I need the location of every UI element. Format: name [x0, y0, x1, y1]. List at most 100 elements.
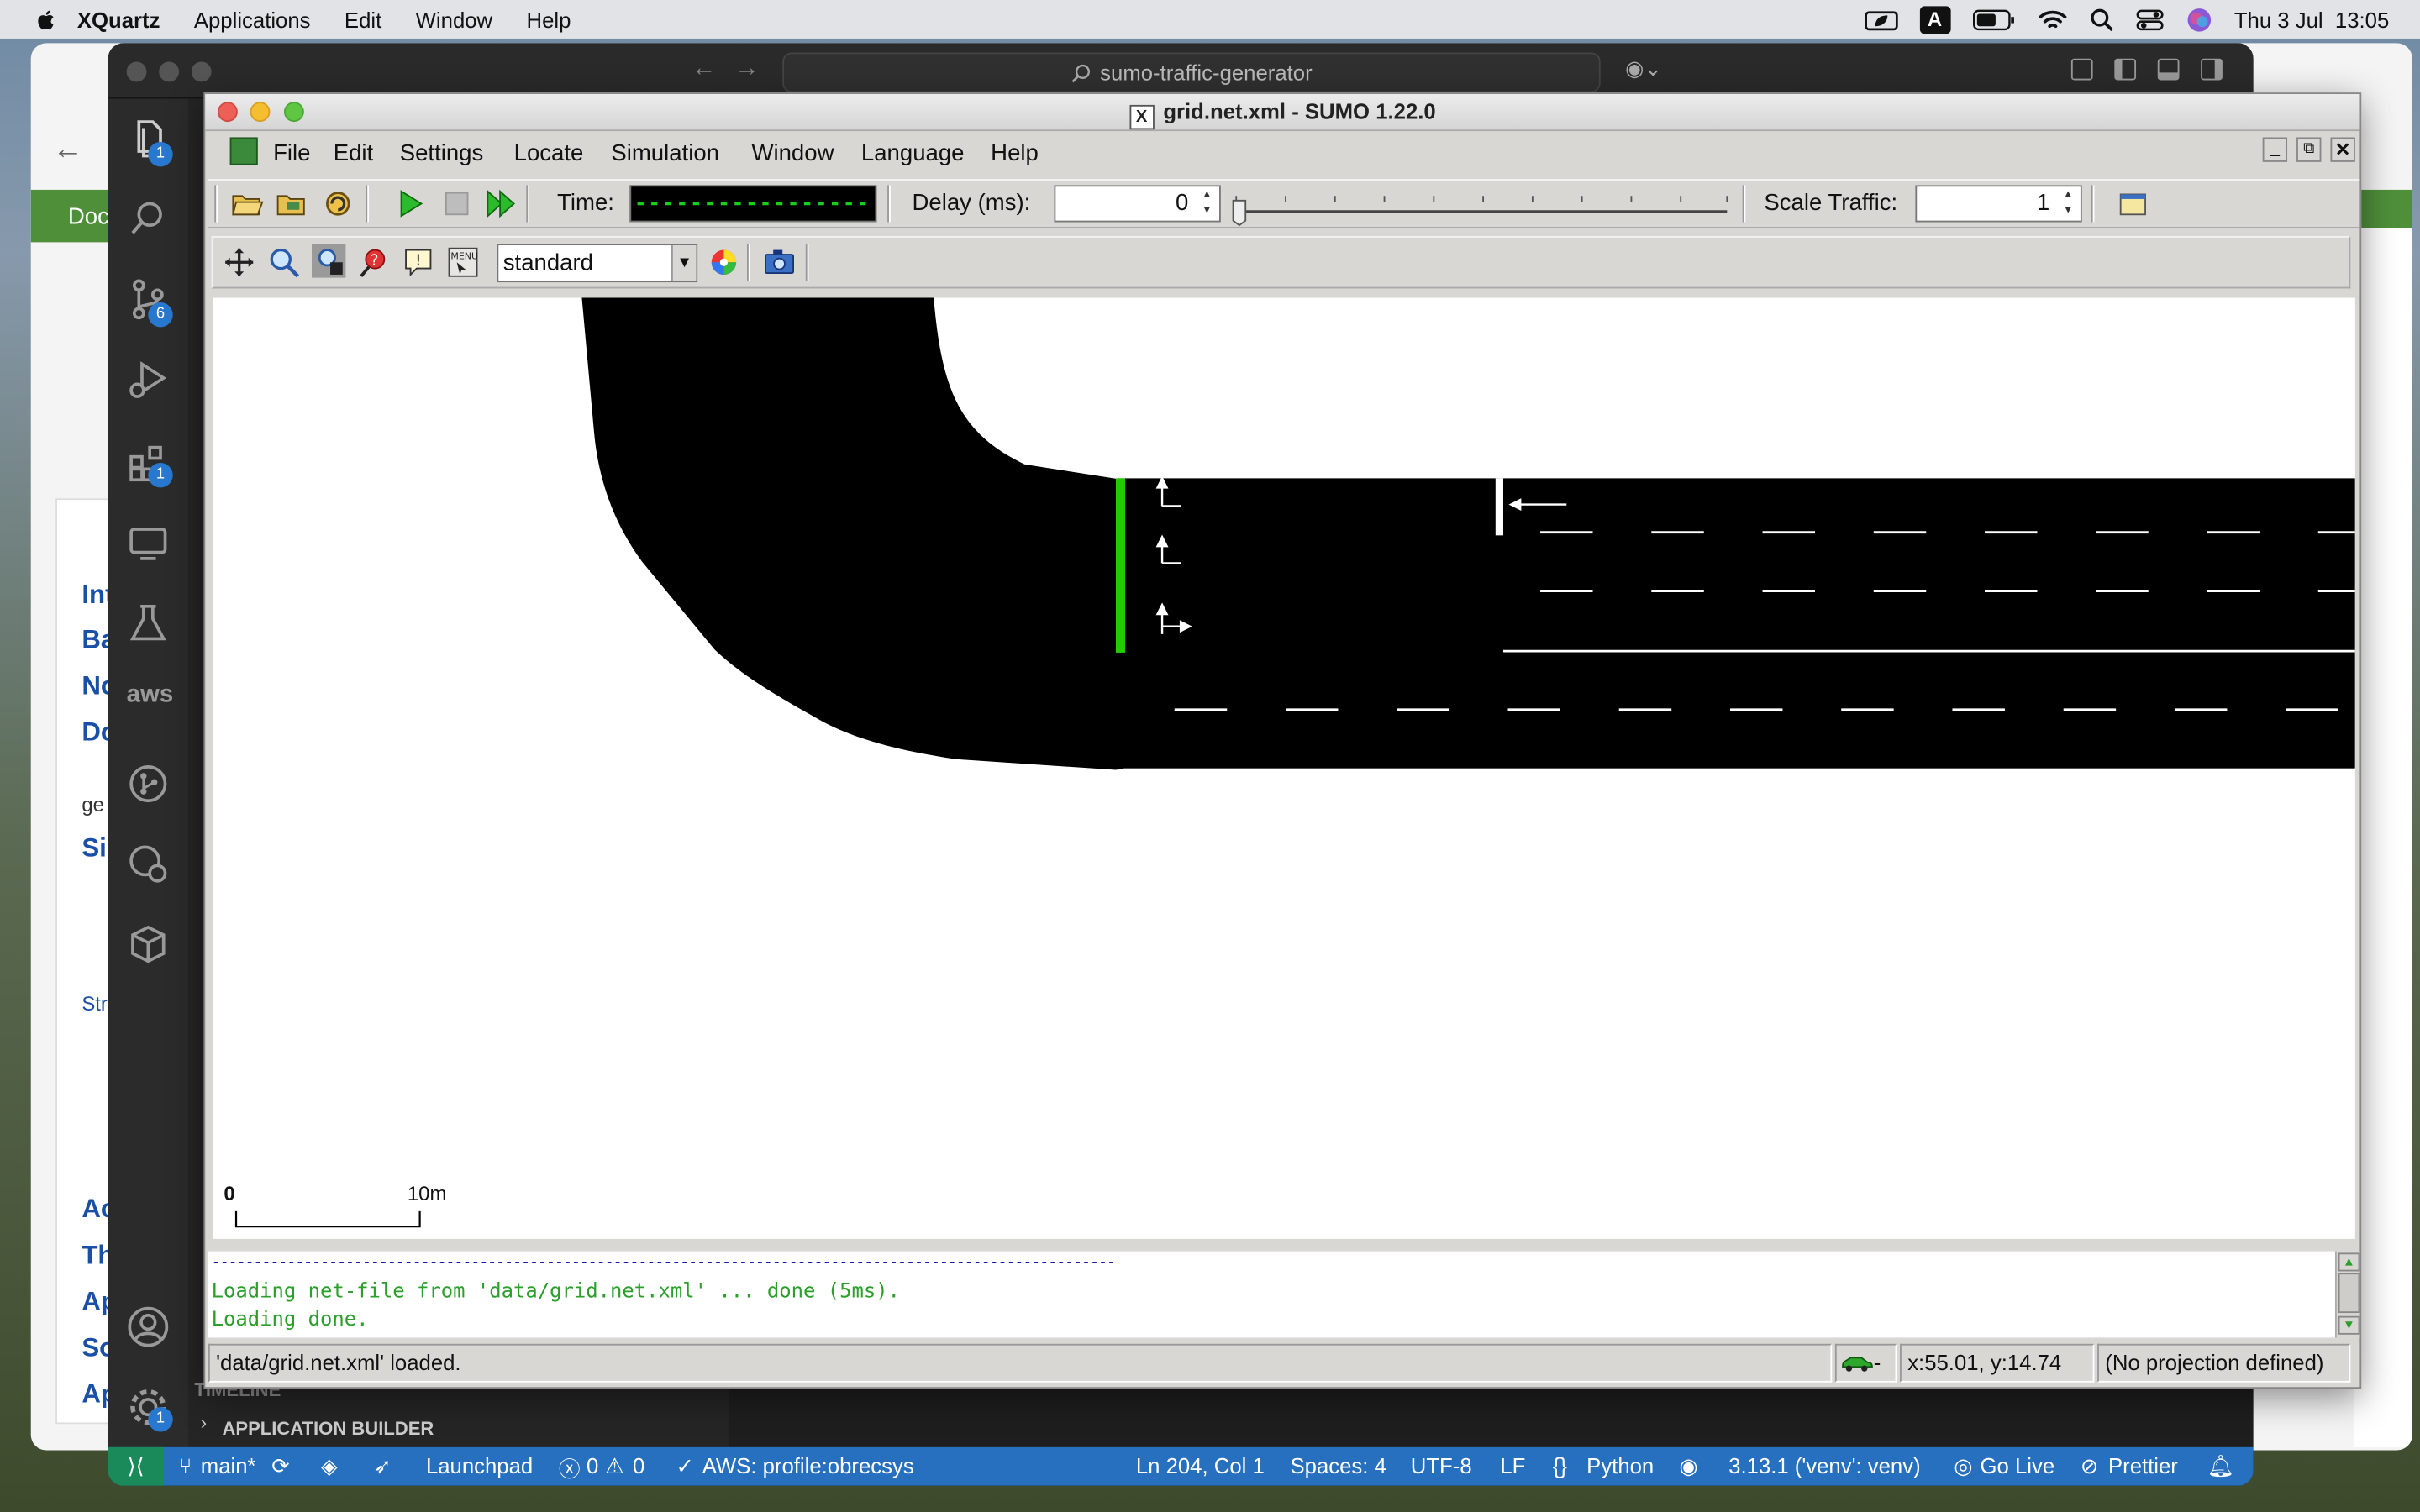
curved-road-junction[interactable] — [581, 297, 1124, 770]
toolbar-menu-icon[interactable]: MENU — [446, 245, 480, 279]
encoding[interactable]: UTF-8 — [1411, 1453, 1472, 1478]
warning-icon[interactable]: ⚠ — [605, 1453, 624, 1479]
aws-icon[interactable]: aws — [127, 682, 174, 710]
docs-link[interactable]: ge — [82, 793, 104, 816]
step-simulation-icon[interactable] — [483, 186, 517, 220]
menu-settings[interactable]: Settings — [400, 140, 484, 166]
git-graph-icon[interactable] — [127, 762, 170, 805]
menu-edit[interactable]: Edit — [334, 140, 373, 166]
menu-window[interactable]: Window — [416, 7, 492, 31]
color-scheme-select[interactable]: standard ▼ — [497, 244, 698, 283]
copilot-status-icon[interactable]: ◈ — [321, 1453, 338, 1479]
recenter-view-icon[interactable] — [222, 245, 255, 279]
battery-icon[interactable] — [1972, 8, 2015, 30]
toggle-secondary-sidebar-icon[interactable] — [2201, 58, 2223, 81]
siri-icon[interactable] — [2185, 5, 2212, 33]
go-live[interactable]: Go Live — [1981, 1453, 2055, 1478]
layout-icon[interactable] — [2070, 58, 2093, 81]
menu-applications[interactable]: Applications — [194, 7, 311, 31]
vehicle-mode-indicator[interactable]: - — [1834, 1343, 1897, 1383]
road-network[interactable] — [213, 297, 2355, 1238]
focus-leaf-icon[interactable] — [1864, 7, 1897, 31]
delay-slider[interactable] — [1230, 184, 1733, 227]
locate-junction-icon[interactable] — [312, 244, 346, 278]
warnings-count[interactable]: 0 — [633, 1453, 644, 1478]
spotlight-search-icon[interactable] — [2089, 7, 2113, 31]
traffic-light-green-signal[interactable] — [1115, 478, 1125, 653]
language-mode[interactable]: Python — [1586, 1453, 1654, 1478]
python-interpreter[interactable]: 3.13.1 ('venv': venv) — [1728, 1453, 1921, 1478]
menu-help[interactable]: Help — [991, 140, 1039, 166]
back-arrow-icon[interactable]: ← — [52, 133, 83, 168]
git-branch[interactable]: main* — [201, 1453, 256, 1478]
aws-profile[interactable]: AWS: profile:obrecsys — [702, 1453, 914, 1478]
copilot-icon[interactable]: ◉⌄ — [1625, 55, 1662, 81]
remote-explorer-icon[interactable] — [127, 522, 170, 564]
problems-count[interactable]: 0 — [587, 1453, 598, 1478]
close-dot-icon[interactable] — [126, 61, 147, 82]
delay-input[interactable]: 0 ▲ ▼ — [1054, 185, 1221, 223]
menu-simulation[interactable]: Simulation — [611, 140, 719, 166]
apple-icon[interactable] — [34, 7, 58, 31]
check-icon[interactable]: ✓ — [676, 1453, 694, 1479]
minimize-dot-icon[interactable] — [159, 61, 180, 82]
mdi-restore-icon[interactable]: ⧉ — [2296, 137, 2322, 162]
toggle-sidebar-icon[interactable] — [2114, 58, 2137, 81]
end-of-line[interactable]: LF — [1500, 1453, 1525, 1478]
braces-icon[interactable]: {} — [1553, 1453, 1567, 1478]
scroll-thumb[interactable] — [2338, 1273, 2360, 1314]
launchpad[interactable]: Launchpad — [426, 1453, 533, 1478]
reload-icon[interactable] — [321, 186, 355, 220]
zoom-magnifier-icon[interactable] — [267, 245, 301, 279]
message-scrollbar[interactable]: ▲ ▼ — [2334, 1251, 2360, 1338]
scroll-down-icon[interactable]: ▼ — [2338, 1315, 2360, 1335]
containers-icon[interactable] — [127, 922, 170, 965]
screenshot-camera-icon[interactable] — [762, 245, 796, 279]
sync-icon[interactable]: ⟳ — [271, 1453, 290, 1479]
testing-flask-icon[interactable] — [127, 601, 170, 644]
command-center-search[interactable]: sumo-traffic-generator — [782, 52, 1601, 93]
spinner-arrows-icon[interactable]: ▲ ▼ — [2057, 188, 2079, 219]
cursor-position[interactable]: Ln 204, Col 1 — [1136, 1453, 1265, 1478]
menu-edit[interactable]: Edit — [345, 7, 381, 31]
run-debug-icon[interactable] — [127, 358, 170, 401]
menu-help[interactable]: Help — [527, 7, 571, 31]
multi-lane-edge[interactable] — [1117, 478, 2355, 769]
mdi-close-icon[interactable]: ✕ — [2330, 137, 2355, 162]
additional-tooltip-icon[interactable]: ? — [356, 245, 390, 279]
stop-simulation-icon[interactable] — [439, 186, 473, 220]
network-view-canvas[interactable]: 0 10m — [213, 297, 2355, 1239]
menubar-clock[interactable]: Thu 3 Jul 13:05 — [2234, 7, 2389, 31]
nav-back-icon[interactable]: ← — [692, 55, 716, 83]
open-network-icon[interactable] — [275, 186, 308, 220]
gitlens-icon[interactable] — [127, 843, 170, 885]
prettier-check-icon[interactable]: ⊘ — [2081, 1453, 2099, 1479]
input-source-icon[interactable]: A — [1919, 5, 1950, 34]
control-center-icon[interactable] — [2135, 7, 2163, 31]
dropdown-arrow-icon[interactable]: ▼ — [671, 245, 697, 281]
tooltip-icon[interactable]: ! — [402, 245, 435, 279]
open-folder-icon[interactable] — [230, 186, 264, 220]
accounts-icon[interactable] — [127, 1305, 170, 1348]
menu-file[interactable]: File — [273, 140, 310, 166]
rocket-icon[interactable]: ➶ — [373, 1453, 392, 1479]
docs-tab-label[interactable]: Doc — [68, 203, 109, 229]
docs-link[interactable]: Si — [82, 833, 107, 864]
copilot-icon[interactable]: ◉ — [1679, 1453, 1697, 1479]
spinner-arrows-icon[interactable]: ▲ ▼ — [1196, 188, 1218, 219]
remote-indicator-icon[interactable]: ⟩⟨ — [108, 1446, 164, 1486]
nav-forward-icon[interactable]: → — [734, 55, 759, 83]
search-icon[interactable] — [127, 197, 170, 240]
menu-locate[interactable]: Locate — [514, 140, 584, 166]
wifi-icon[interactable] — [2037, 7, 2068, 31]
mdi-minimize-icon[interactable]: _ — [2262, 137, 2288, 162]
zoom-dot-icon[interactable] — [191, 61, 212, 82]
prettier[interactable]: Prettier — [2108, 1453, 2178, 1478]
docs-link[interactable]: Str — [82, 992, 108, 1016]
menu-window[interactable]: Window — [751, 140, 834, 166]
app-builder-section[interactable]: APPLICATION BUILDER — [222, 1418, 434, 1440]
error-icon[interactable]: ⓧ — [559, 1453, 581, 1484]
chevron-right-icon[interactable]: › — [201, 1412, 207, 1434]
scroll-up-icon[interactable]: ▲ — [2338, 1252, 2360, 1272]
indentation[interactable]: Spaces: 4 — [1291, 1453, 1386, 1478]
